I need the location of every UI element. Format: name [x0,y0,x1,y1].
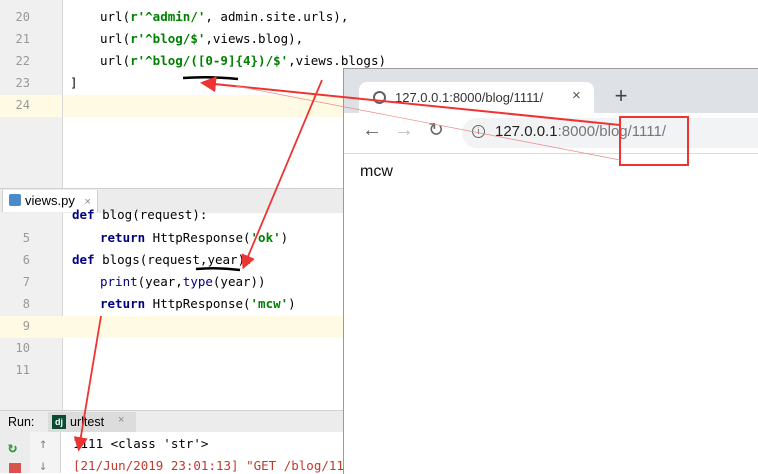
arrow [200,76,621,126]
underline-mark [182,75,239,81]
annotation-overlay [73,75,621,452]
arrow [73,315,102,452]
underline-mark [195,266,241,272]
arrow [241,79,323,270]
